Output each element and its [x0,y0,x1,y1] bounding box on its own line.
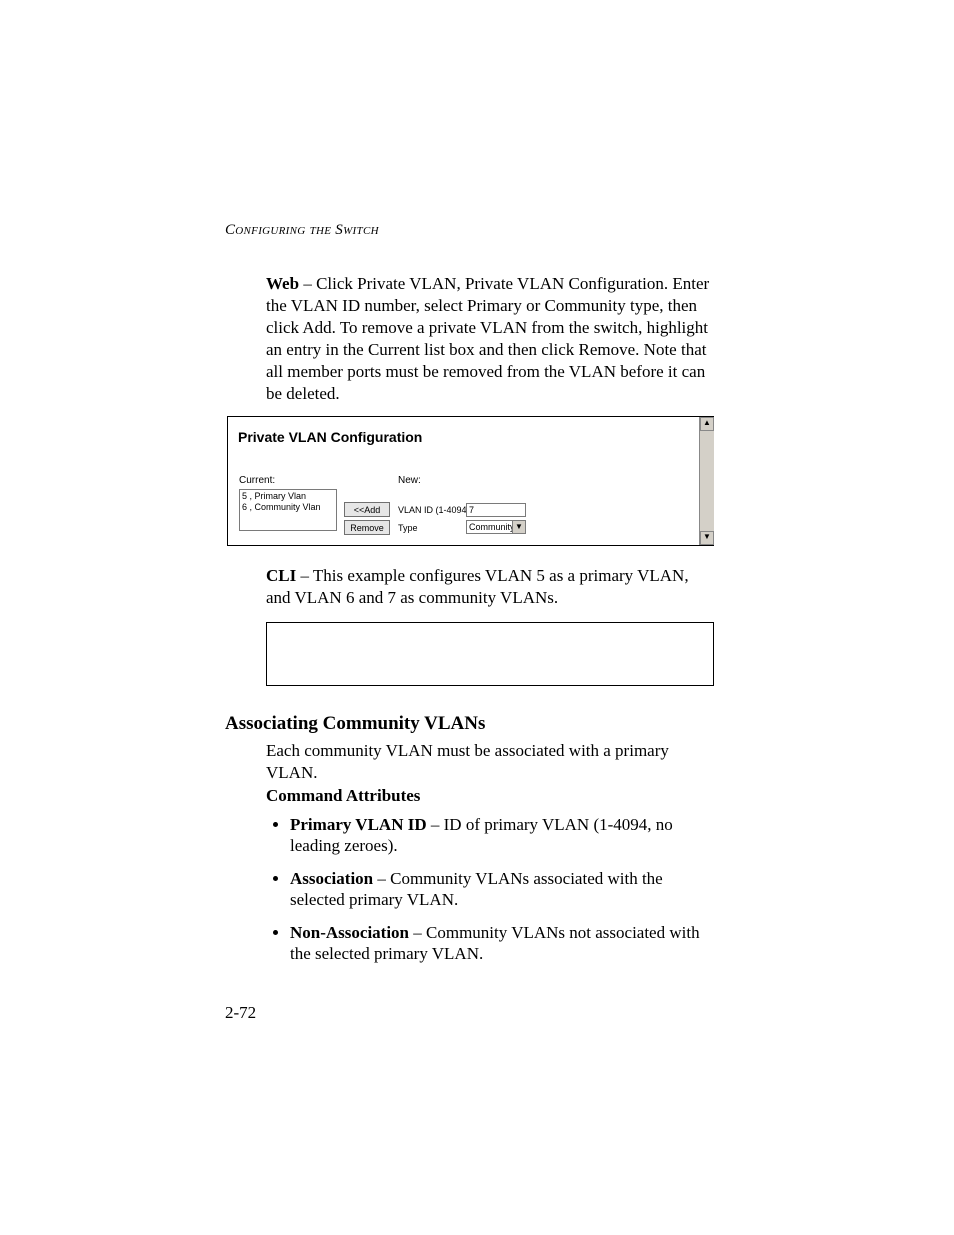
page: Configuring the Switch Web – Click Priva… [0,0,954,1235]
cli-code-box [266,622,714,686]
section-heading: Associating Community VLANs [225,713,485,735]
attribute-list: Primary VLAN ID – ID of primary VLAN (1-… [268,814,718,976]
remove-button[interactable]: Remove [344,520,390,535]
attr-label: Association [290,869,373,888]
vlan-id-input[interactable]: 7 [466,503,526,517]
list-item[interactable]: 5 , Primary Vlan [242,491,334,502]
cli-paragraph: CLI – This example configures VLAN 5 as … [266,565,711,609]
type-select-value: Community [469,522,515,532]
chevron-down-icon[interactable]: ▼ [512,521,525,533]
subsection-heading: Command Attributes [266,786,420,806]
list-item: Non-Association – Community VLANs not as… [290,922,718,964]
vlan-id-label: VLAN ID (1-4094) [398,505,470,515]
list-item: Association – Community VLANs associated… [290,868,718,910]
section-paragraph: Each community VLAN must be associated w… [266,740,711,784]
running-head: Configuring the Switch [225,222,379,239]
attr-label: Primary VLAN ID [290,815,427,834]
type-select[interactable]: Community ▼ [466,520,526,534]
label-current: Current: [239,475,275,486]
pvlan-config-figure: Private VLAN Configuration Current: New:… [227,416,714,546]
current-listbox[interactable]: 5 , Primary Vlan 6 , Community Vlan [239,489,337,531]
cli-text: – This example configures VLAN 5 as a pr… [266,566,689,607]
list-item[interactable]: 6 , Community Vlan [242,502,334,513]
add-button[interactable]: <<Add [344,502,390,517]
label-new: New: [398,475,421,486]
cli-label: CLI [266,566,296,585]
scroll-down-icon[interactable]: ▼ [700,531,714,545]
page-number: 2-72 [225,1003,256,1023]
web-paragraph: Web – Click Private VLAN, Private VLAN C… [266,273,711,405]
figure-title: Private VLAN Configuration [238,429,422,445]
figure-scrollbar[interactable]: ▲ ▼ [699,417,714,545]
list-item: Primary VLAN ID – ID of primary VLAN (1-… [290,814,718,856]
web-label: Web [266,274,299,293]
attr-label: Non-Association [290,923,409,942]
type-label: Type [398,523,418,533]
scroll-up-icon[interactable]: ▲ [700,417,714,431]
web-text: – Click Private VLAN, Private VLAN Confi… [266,274,709,403]
